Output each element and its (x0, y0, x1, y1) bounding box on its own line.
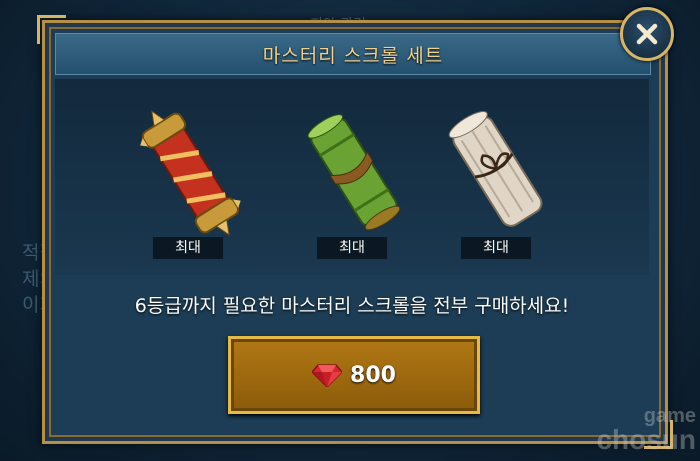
item-showcase: 최대 최대 최대 (55, 79, 649, 275)
close-icon (636, 23, 658, 45)
mastery-scroll-set-dialog: 마스터리 스크롤 세트 최대 최대 최대 6등급까지 필요한 마스터리 스크롤을… (37, 15, 673, 449)
price-label: 800 (350, 362, 396, 388)
green-mastery-scroll-icon (307, 114, 401, 231)
ruby-gem-icon (312, 364, 343, 387)
watermark-line: chosun (596, 424, 696, 455)
close-button[interactable] (620, 7, 674, 61)
purchase-message: 6등급까지 필요한 마스터리 스크롤을 전부 구매하세요! (134, 295, 570, 317)
item-quantity-label: 최대 (153, 237, 223, 259)
buy-button[interactable]: 800 (228, 336, 480, 414)
watermark: game chosun (570, 404, 696, 455)
dialog-title: 마스터리 스크롤 세트 (262, 44, 444, 67)
item-red-scroll[interactable]: 최대 (123, 101, 253, 271)
paper-mastery-scroll-icon (448, 111, 543, 227)
item-paper-scroll[interactable]: 최대 (431, 101, 561, 271)
dialog-title-bar: 마스터리 스크롤 세트 (55, 33, 651, 75)
red-mastery-scroll-icon (140, 110, 241, 236)
item-green-scroll[interactable]: 최대 (287, 101, 417, 271)
item-quantity-label: 최대 (317, 237, 387, 259)
item-quantity-label: 최대 (461, 237, 531, 259)
